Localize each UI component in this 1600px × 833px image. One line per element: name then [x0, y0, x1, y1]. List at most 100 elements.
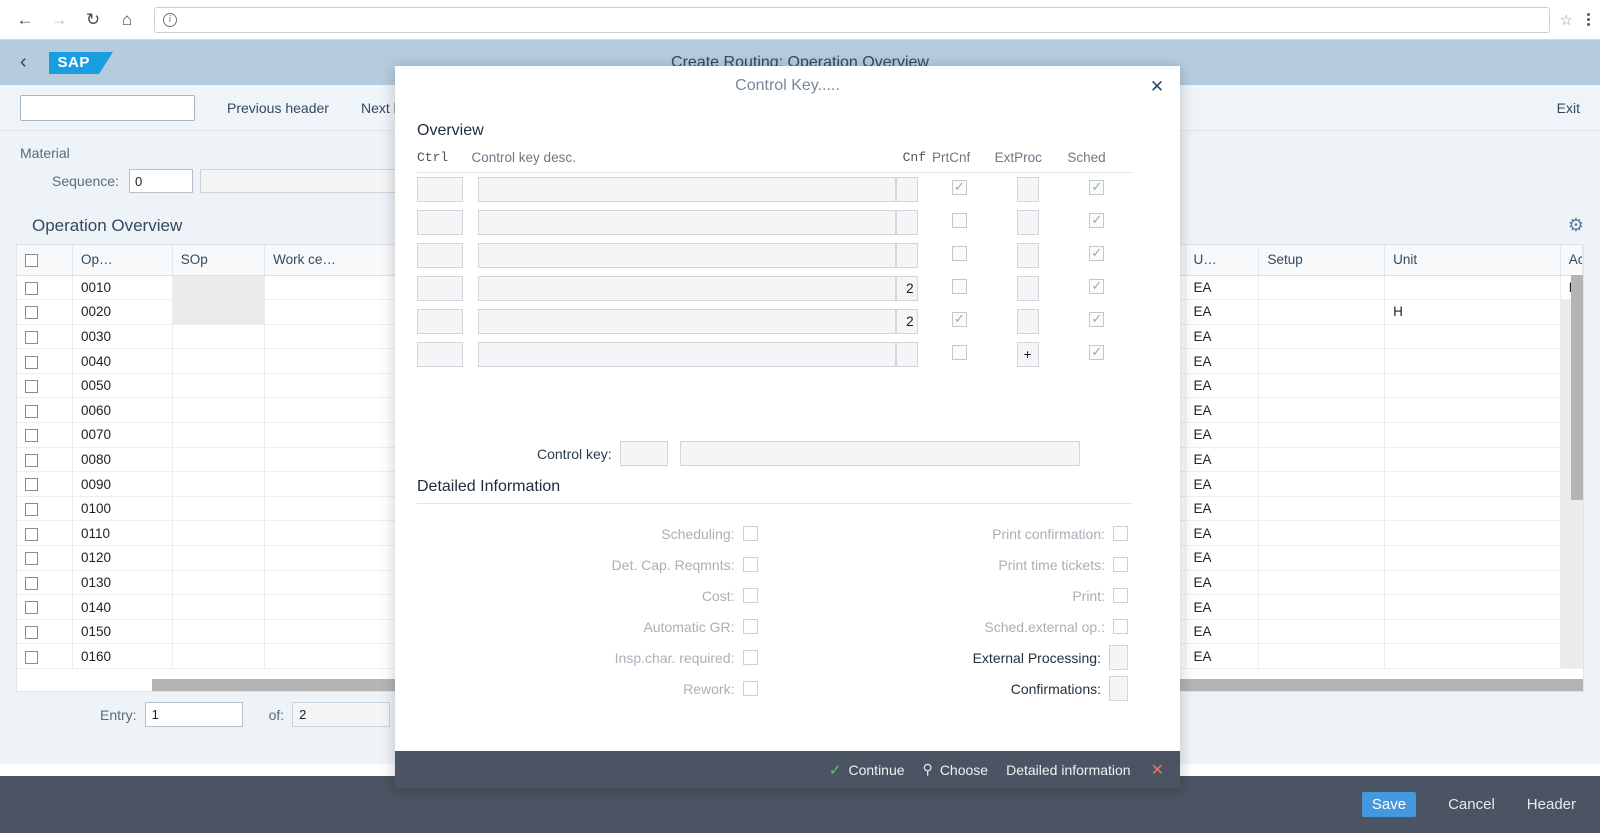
ck-desc-input[interactable] [477, 276, 896, 301]
ck-desc-input[interactable] [477, 243, 896, 268]
ck-prtcnf-checkbox[interactable] [952, 310, 968, 327]
control-key-input[interactable] [619, 441, 668, 466]
ck-desc-input[interactable] [477, 309, 896, 334]
ck-desc-input[interactable] [477, 177, 896, 202]
ck-table-row[interactable]: + [417, 338, 1132, 371]
ck-cell-prtcnf[interactable] [932, 305, 995, 338]
choose-button[interactable]: ⚲ Choose [923, 761, 989, 778]
ck-col-ctrl[interactable]: Ctrl [417, 150, 472, 173]
detailed-information-button[interactable]: Detailed information [1006, 762, 1131, 778]
ck-sched-checkbox[interactable] [1089, 211, 1105, 228]
detail-checkbox[interactable] [742, 650, 758, 665]
ck-cell-ctrl[interactable] [417, 305, 472, 338]
close-x-icon[interactable]: ✕ [1151, 760, 1164, 780]
ck-prtcnf-checkbox[interactable] [952, 344, 968, 360]
ck-cell-extproc[interactable] [995, 305, 1068, 338]
ck-ctrl-input[interactable] [417, 177, 463, 202]
ck-cell-ctrl[interactable] [417, 173, 472, 207]
ck-cell-extproc[interactable] [995, 206, 1068, 239]
ck-cell-cnf[interactable] [895, 239, 932, 272]
ck-cell-ctrl[interactable] [417, 239, 472, 272]
detail-input[interactable] [1109, 676, 1128, 701]
ck-ctrl-input[interactable] [417, 276, 463, 301]
ck-cell-sched[interactable] [1067, 173, 1132, 207]
ck-ctrl-input[interactable] [417, 243, 463, 268]
continue-button[interactable]: ✓ Continue [829, 761, 905, 779]
ck-col-sched[interactable]: Sched [1067, 150, 1132, 173]
ck-cell-cnf[interactable]: 2 [895, 272, 932, 305]
detail-checkbox[interactable] [742, 557, 758, 572]
close-icon[interactable]: ✕ [1146, 76, 1168, 98]
detail-checkbox[interactable] [1113, 619, 1128, 634]
ck-cell-sched[interactable] [1067, 338, 1132, 371]
detail-checkbox[interactable] [1113, 526, 1128, 541]
ck-extproc-input[interactable] [1016, 177, 1039, 202]
ck-ctrl-input[interactable] [417, 342, 463, 367]
ck-sched-checkbox[interactable] [1089, 244, 1105, 261]
ck-cell-extproc[interactable] [995, 173, 1068, 207]
ck-ctrl-input[interactable] [417, 309, 463, 334]
ck-sched-checkbox[interactable] [1089, 178, 1105, 195]
ck-cell-extproc[interactable]: + [995, 338, 1068, 371]
ck-extproc-input[interactable] [1016, 276, 1039, 301]
ck-extproc-input[interactable]: + [1016, 342, 1039, 367]
ck-cell-sched[interactable] [1067, 272, 1132, 305]
ck-sched-checkbox[interactable] [1089, 343, 1105, 360]
ck-table-row[interactable] [417, 173, 1132, 207]
ck-cell-ctrl[interactable] [417, 206, 472, 239]
ck-table-row[interactable] [417, 239, 1132, 272]
ck-cell-cnf[interactable]: 2 [895, 305, 932, 338]
ck-cell-desc[interactable] [472, 272, 896, 305]
ck-cell-sched[interactable] [1067, 206, 1132, 239]
ck-cell-cnf[interactable] [895, 338, 932, 371]
ck-desc-input[interactable] [477, 342, 896, 367]
ck-cnf-input[interactable] [895, 210, 918, 235]
ck-prtcnf-checkbox[interactable] [952, 278, 968, 294]
ck-cell-extproc[interactable] [995, 239, 1068, 272]
ck-col-desc[interactable]: Control key desc. [471, 150, 896, 173]
ck-prtcnf-checkbox[interactable] [952, 178, 968, 195]
ck-col-cnf[interactable]: Cnf [895, 150, 933, 173]
detail-checkbox[interactable] [1113, 588, 1128, 603]
ck-cnf-input[interactable]: 2 [895, 276, 918, 301]
ck-cell-desc[interactable] [472, 239, 896, 272]
ck-cell-prtcnf[interactable] [932, 206, 995, 239]
detail-checkbox[interactable] [742, 588, 758, 603]
detail-checkbox[interactable] [742, 681, 758, 696]
ck-extproc-input[interactable] [1016, 243, 1039, 268]
ck-table-row[interactable]: 2 [417, 272, 1132, 305]
ck-cnf-input[interactable] [895, 243, 918, 268]
ck-prtcnf-checkbox[interactable] [952, 245, 968, 261]
ck-cell-desc[interactable] [472, 206, 896, 239]
ck-extproc-input[interactable] [1016, 309, 1039, 334]
control-key-desc-input[interactable] [679, 441, 1080, 466]
ck-cell-sched[interactable] [1067, 239, 1132, 272]
ck-cnf-input[interactable] [895, 177, 918, 202]
ck-cell-sched[interactable] [1067, 305, 1132, 338]
ck-extproc-input[interactable] [1016, 210, 1039, 235]
ck-cell-desc[interactable] [472, 305, 896, 338]
ck-cell-cnf[interactable] [895, 173, 932, 207]
ck-cnf-input[interactable] [895, 342, 918, 367]
ck-cell-prtcnf[interactable] [932, 272, 995, 305]
ck-cell-ctrl[interactable] [417, 272, 472, 305]
ck-prtcnf-checkbox[interactable] [952, 212, 968, 228]
ck-cnf-input[interactable]: 2 [895, 309, 918, 334]
detail-checkbox[interactable] [742, 619, 758, 634]
ck-sched-checkbox[interactable] [1089, 310, 1105, 327]
ck-cell-prtcnf[interactable] [932, 173, 995, 207]
detail-input[interactable] [1109, 645, 1128, 670]
ck-sched-checkbox[interactable] [1089, 277, 1105, 294]
ck-cell-desc[interactable] [472, 173, 896, 207]
ck-col-extproc[interactable]: ExtProc [994, 150, 1068, 173]
detail-checkbox[interactable] [1113, 557, 1128, 572]
ck-desc-input[interactable] [477, 210, 896, 235]
ck-cell-prtcnf[interactable] [932, 239, 995, 272]
ck-cell-ctrl[interactable] [417, 338, 472, 371]
detail-checkbox[interactable] [742, 526, 758, 541]
ck-cell-extproc[interactable] [995, 272, 1068, 305]
ck-cell-prtcnf[interactable] [932, 338, 995, 371]
ck-table-row[interactable]: 2 [417, 305, 1132, 338]
ck-cell-desc[interactable] [472, 338, 896, 371]
ck-table-row[interactable] [417, 206, 1132, 239]
